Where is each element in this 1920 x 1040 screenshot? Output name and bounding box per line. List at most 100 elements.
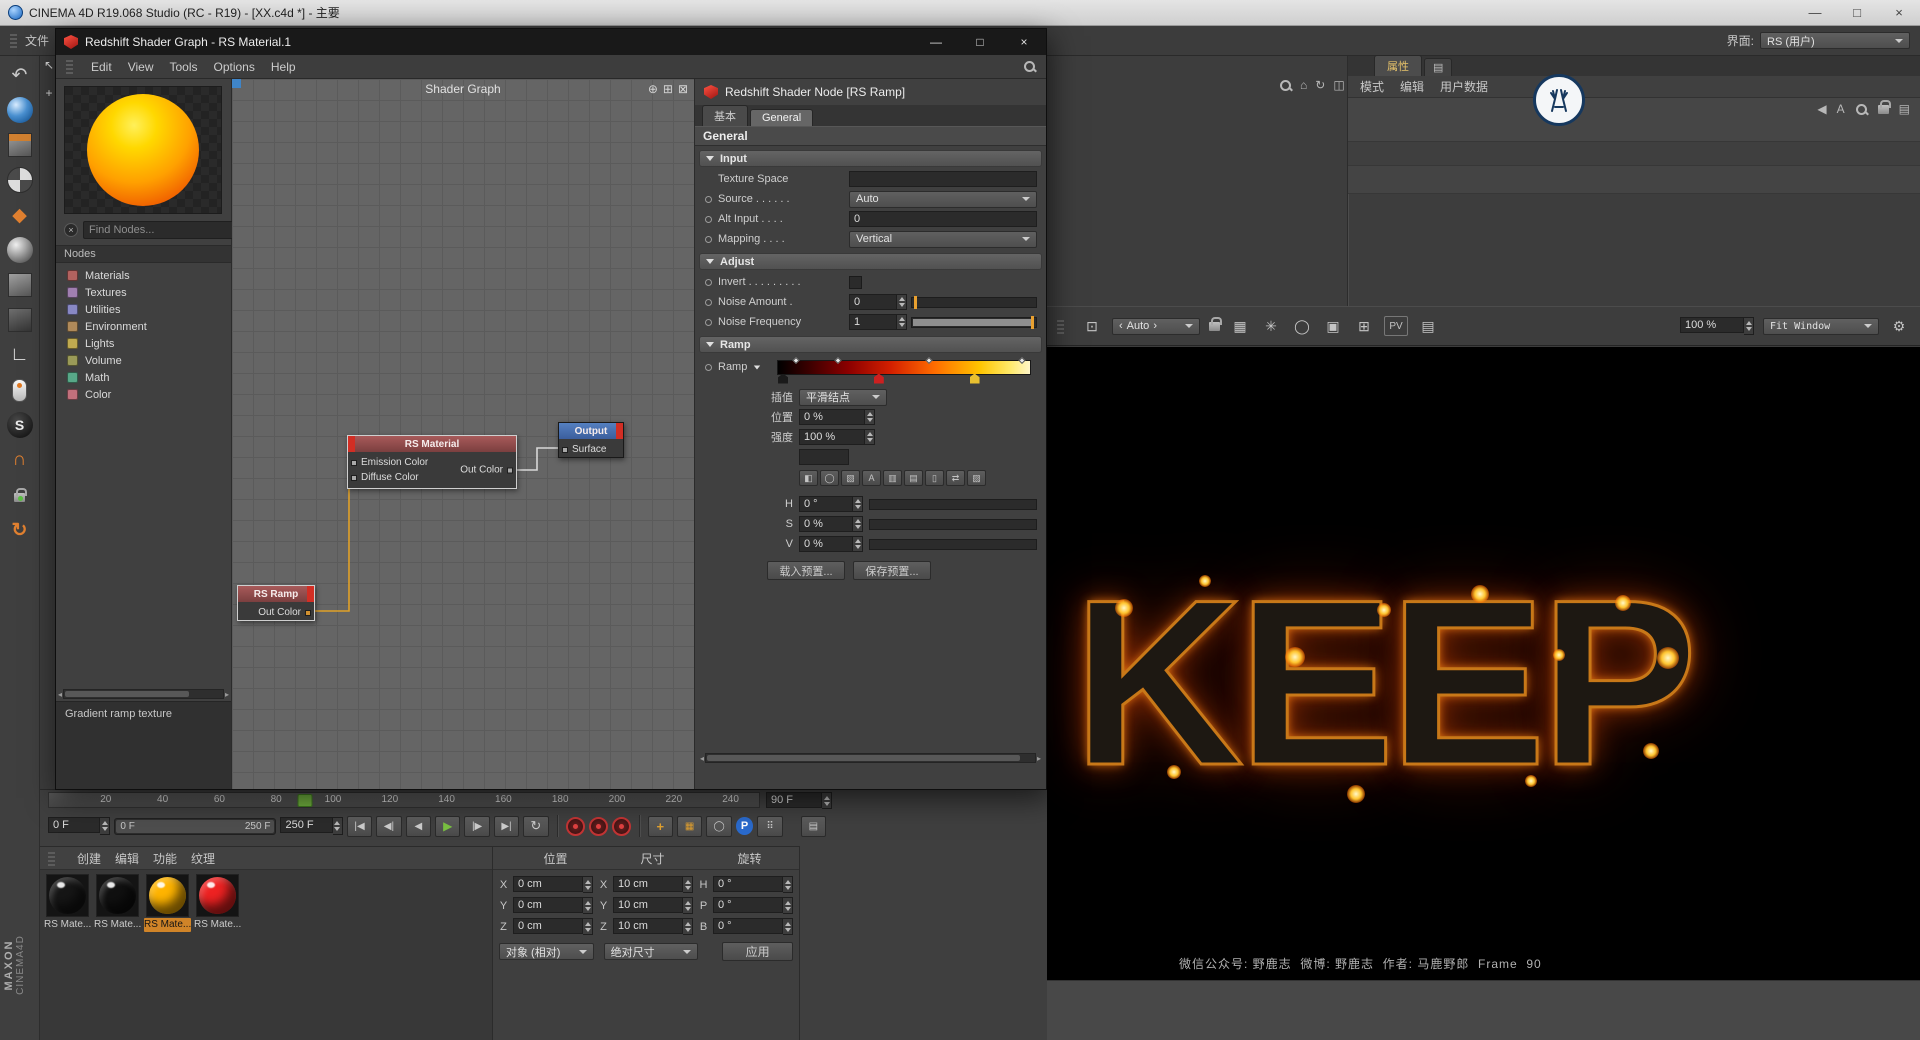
gear-icon[interactable]: ⚙ (1888, 316, 1910, 336)
clear-search-icon[interactable]: × (64, 223, 78, 237)
circle-tool-icon[interactable]: ◯ (1291, 316, 1313, 336)
saturation-spinner[interactable]: 0 % (799, 516, 863, 532)
ramp-tool-button[interactable]: ▧ (841, 470, 860, 486)
value-spinner[interactable]: 0 % (799, 536, 863, 552)
knot-name-input[interactable] (799, 449, 849, 465)
record-keyframe-button[interactable] (565, 816, 585, 836)
cube2-tool-icon[interactable] (5, 270, 35, 300)
anim-dot[interactable] (705, 215, 712, 223)
record-selection-button[interactable] (611, 816, 631, 836)
attr-menu-edit[interactable]: 编辑 (1400, 78, 1424, 95)
category-volume[interactable]: Volume (56, 352, 231, 369)
hue-slider[interactable] (869, 498, 1037, 510)
hue-spinner[interactable]: 0 ° (799, 496, 863, 512)
interface-dropdown[interactable]: RS (用户) (1760, 32, 1910, 49)
anim-dot[interactable] (705, 235, 712, 243)
panel-icon[interactable]: ◫ (1333, 78, 1344, 92)
picture-viewer-canvas[interactable]: KEEP 微信公众号: 野鹿志 微博: 野鹿志 作者: 马鹿野郎 Frame 9… (1047, 347, 1920, 980)
current-frame-spinner[interactable]: 90 F (766, 792, 832, 809)
home-icon[interactable]: ⌂ (1300, 78, 1307, 92)
output-node[interactable]: Output Surface (558, 422, 624, 458)
pv-badge-icon[interactable]: PV (1384, 316, 1408, 336)
knot-position-spinner[interactable]: 0 % (799, 409, 875, 425)
anim-dot[interactable] (705, 363, 712, 371)
noise-frequency-slider[interactable] (911, 315, 1037, 329)
material-item-selected[interactable]: RS Mate... (144, 874, 191, 932)
ramp-tool-button[interactable]: ▨ (967, 470, 986, 486)
shader-menu-help[interactable]: Help (271, 60, 296, 74)
group-adjust[interactable]: Adjust (699, 253, 1042, 270)
category-color[interactable]: Color (56, 386, 231, 403)
ramp-tool-button[interactable]: ▯ (925, 470, 944, 486)
copy-image-icon[interactable]: ▤ (1417, 316, 1439, 336)
material-item[interactable]: RS Mate... (194, 874, 241, 932)
go-to-end-button[interactable]: ▶| (493, 815, 520, 837)
size-x-spinner[interactable]: 10 cm (613, 876, 693, 893)
lock-icon[interactable] (1877, 99, 1891, 114)
shader-menu-tools[interactable]: Tools (169, 60, 197, 74)
previous-frame-button[interactable]: ◀ (405, 815, 431, 837)
tab-general[interactable]: General (750, 109, 814, 126)
shader-menu-options[interactable]: Options (214, 60, 255, 74)
noise-amount-spinner[interactable]: 0 (849, 294, 907, 310)
play-button[interactable]: ▶ (435, 815, 461, 837)
category-lights[interactable]: Lights (56, 335, 231, 352)
sphere-tool-icon[interactable] (5, 235, 35, 265)
lock-tool-icon[interactable] (5, 480, 35, 510)
record-autokey-button[interactable] (588, 816, 608, 836)
cursor-tool-icon[interactable]: ↖ (44, 58, 54, 72)
circle-mode-button[interactable]: ◯ (706, 815, 732, 837)
saturation-slider[interactable] (869, 518, 1037, 530)
group-input[interactable]: Input (699, 150, 1042, 167)
crop-icon[interactable]: ⊡ (1081, 316, 1103, 336)
checker-sphere-icon[interactable] (5, 165, 35, 195)
collapse-icon[interactable]: ◀ (1817, 102, 1826, 116)
anim-dot[interactable] (705, 195, 712, 203)
search-icon[interactable] (1279, 79, 1292, 92)
size-z-spinner[interactable]: 10 cm (613, 918, 693, 935)
mat-menu-texture[interactable]: 纹理 (191, 850, 215, 867)
timeline-ruler[interactable]: 20 40 60 80 100 120 140 160 180 200 220 … (48, 792, 760, 808)
shader-menu-edit[interactable]: Edit (91, 60, 112, 74)
end-frame-spinner[interactable]: 250 F (280, 817, 343, 835)
rotation-h-spinner[interactable]: 0 ° (713, 876, 793, 893)
size-mode-dropdown[interactable]: 绝对尺寸 (603, 943, 699, 960)
shader-window-titlebar[interactable]: Redshift Shader Graph - RS Material.1 — … (56, 29, 1046, 55)
position-x-spinner[interactable]: 0 cm (513, 876, 593, 893)
diffuse-input-port[interactable] (351, 474, 357, 481)
tab-basic[interactable]: 基本 (702, 105, 748, 126)
invert-checkbox[interactable] (849, 275, 862, 289)
category-materials[interactable]: Materials (56, 267, 231, 284)
value-slider[interactable] (869, 538, 1037, 550)
go-to-start-button[interactable]: |◀ (346, 815, 373, 837)
image-icon[interactable]: ▣ (1322, 316, 1344, 336)
snowflake-icon[interactable]: ✳ (1260, 316, 1282, 336)
ramp-midpoint[interactable] (834, 356, 843, 364)
main-maximize-button[interactable]: □ (1836, 0, 1878, 25)
anim-dot[interactable] (705, 318, 712, 326)
frame-range-slider[interactable]: 0 F 250 F (114, 817, 277, 835)
surface-input-port[interactable] (562, 446, 568, 453)
next-key-button[interactable]: |▶ (464, 815, 490, 837)
main-minimize-button[interactable]: — (1794, 0, 1836, 25)
mat-menu-create[interactable]: 创建 (77, 850, 101, 867)
emission-input-port[interactable] (351, 459, 357, 466)
shader-graph-canvas[interactable]: Shader Graph ⊕ ⊞ ⊠ RS Material Emission … (232, 79, 694, 789)
rs-material-node[interactable]: RS Material Emission Color Diffuse Color… (347, 435, 517, 489)
ramp-midpoint[interactable] (925, 356, 933, 364)
find-nodes-input[interactable] (83, 221, 237, 239)
ramp-knot[interactable] (873, 373, 884, 384)
anim-dot[interactable] (705, 278, 712, 286)
ramp-tool-button[interactable]: ▤ (904, 470, 923, 486)
texture-space-input[interactable] (849, 171, 1037, 187)
library-hscrollbar[interactable]: ◂ ▸ (58, 688, 229, 700)
add-image-icon[interactable]: ⊞ (1353, 316, 1375, 336)
coordinate-mode-dropdown[interactable]: 对象 (相对) (499, 943, 594, 960)
ruler-tool-icon[interactable]: ∟ (5, 340, 35, 370)
magnet-tool-icon[interactable]: ∩ (5, 445, 35, 475)
apply-button[interactable]: 应用 (722, 942, 793, 961)
refresh-icon[interactable]: ↻ (1315, 78, 1325, 92)
start-frame-spinner[interactable]: 0 F (48, 817, 111, 835)
rotate-tool-icon[interactable]: ↻ (5, 515, 35, 545)
ramp-knot[interactable] (969, 373, 980, 384)
